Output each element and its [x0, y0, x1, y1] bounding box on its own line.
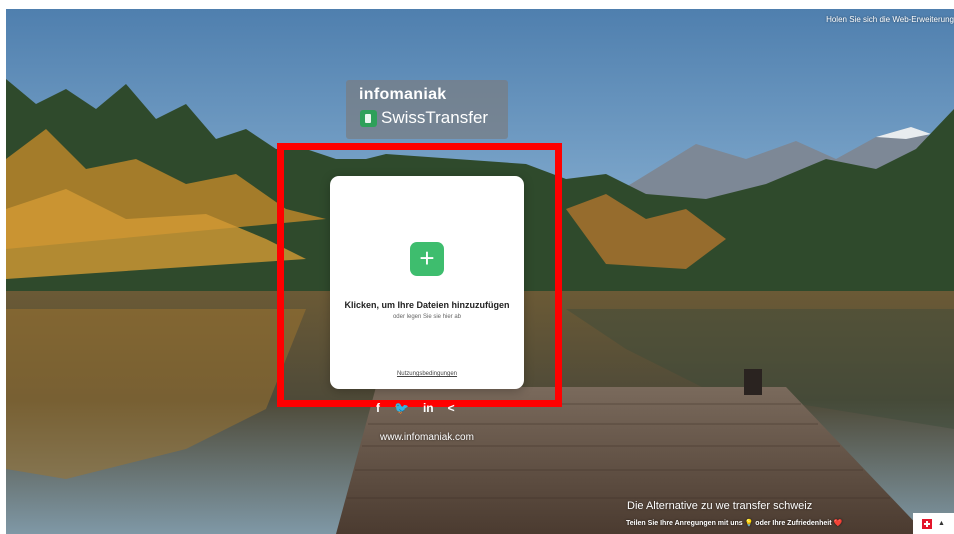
linkedin-icon[interactable]: in: [423, 401, 434, 415]
upload-card[interactable]: + Klicken, um Ihre Dateien hinzuzufügen …: [330, 176, 524, 389]
terms-link[interactable]: Nutzungsbedingungen: [330, 371, 524, 377]
background-scene: Holen Sie sich die Web-Erweiterung infom…: [6, 9, 954, 534]
caret-up-icon: ▲: [938, 520, 945, 527]
feedback-link[interactable]: Teilen Sie Ihre Anregungen mit uns 💡 ode…: [626, 519, 842, 527]
upload-subtitle: oder legen Sie sie hier ab: [392, 314, 462, 320]
facebook-icon[interactable]: f: [376, 401, 380, 415]
language-selector[interactable]: ▲: [913, 513, 954, 534]
tagline: Die Alternative zu we transfer schweiz: [627, 500, 813, 512]
add-files-button[interactable]: +: [410, 242, 444, 276]
twitter-icon[interactable]: 🐦: [394, 401, 409, 415]
brand-badge[interactable]: infomaniak SwissTransfer: [346, 80, 508, 139]
company-name: infomaniak: [359, 86, 447, 103]
upload-title: Klicken, um Ihre Dateien hinzuzufügen: [344, 300, 510, 310]
product-name: SwissTransfer: [381, 108, 489, 127]
website-link[interactable]: www.infomaniak.com: [380, 432, 474, 443]
swisstransfer-logo-icon: [360, 110, 377, 127]
swiss-flag-icon: [922, 518, 933, 529]
social-links: f 🐦 in <: [376, 401, 455, 415]
share-icon[interactable]: <: [448, 401, 455, 415]
web-extension-link[interactable]: Holen Sie sich die Web-Erweiterung: [826, 15, 954, 24]
